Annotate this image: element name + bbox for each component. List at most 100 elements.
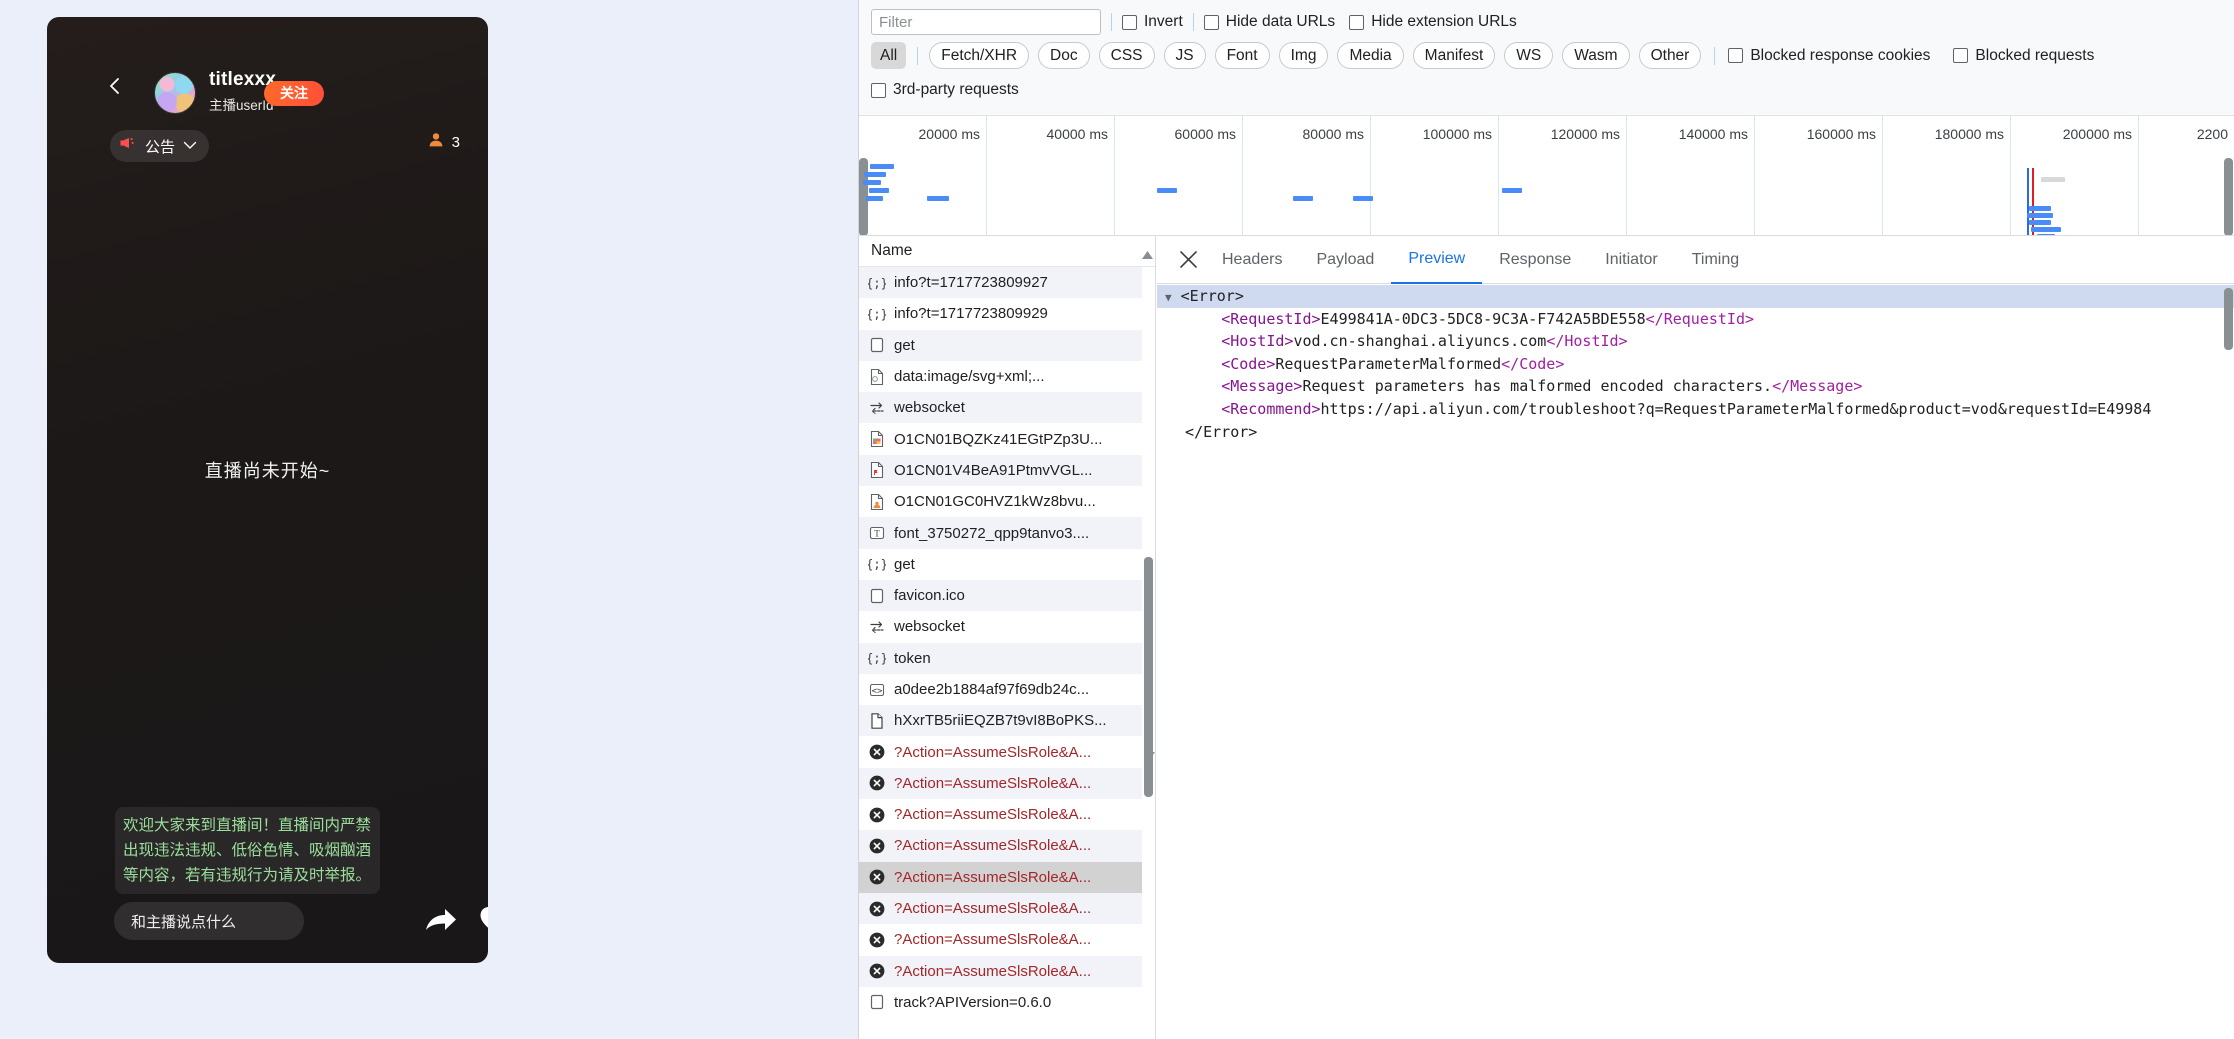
- overview-tick: 80000 ms: [1243, 116, 1371, 235]
- avatar[interactable]: [154, 72, 196, 114]
- details-tabbar: Headers Payload Preview Response Initiat…: [1157, 236, 2234, 284]
- request-name: O1CN01BQZKz41EGtPZp3U...: [894, 430, 1103, 448]
- type-filter-img[interactable]: Img: [1278, 42, 1329, 69]
- type-filter-fetch-xhr[interactable]: Fetch/XHR: [929, 42, 1030, 69]
- request-name: ?Action=AssumeSlsRole&A...: [894, 837, 1092, 855]
- xml-root-row[interactable]: ▼ <Error>: [1157, 285, 2234, 308]
- toolbar-divider: [1111, 13, 1112, 31]
- type-filter-js[interactable]: JS: [1163, 42, 1206, 69]
- scroll-down-arrow-icon[interactable]: [1143, 748, 1155, 760]
- follow-button[interactable]: 关注: [264, 81, 324, 106]
- request-name: O1CN01V4BeA91PtmvVGL...: [894, 461, 1093, 479]
- json-icon: {;}: [866, 555, 888, 573]
- request-row[interactable]: O1CN01GC0HVZ1kWz8bvu...: [859, 486, 1155, 517]
- doc-icon: [868, 993, 886, 1011]
- error-icon: [868, 962, 886, 980]
- request-row[interactable]: websocket: [859, 392, 1155, 424]
- tab-timing[interactable]: Timing: [1675, 236, 1756, 284]
- request-row[interactable]: O1CN01V4BeA91PtmvVGL...: [859, 454, 1155, 487]
- request-name: info?t=1717723809929: [894, 305, 1048, 323]
- live-stream-panel: titlexxx 主播userId 关注 公告 3 直播尚未开始~ 欢迎大家来到…: [47, 17, 488, 963]
- request-row[interactable]: ?Action=AssumeSlsRole&A...: [859, 955, 1155, 987]
- request-row[interactable]: {;} info?t=1717723809929: [859, 298, 1155, 329]
- type-filter-manifest[interactable]: Manifest: [1412, 42, 1496, 69]
- tab-initiator[interactable]: Initiator: [1588, 236, 1674, 284]
- request-name: get: [894, 336, 915, 354]
- request-name: data:image/svg+xml;...: [894, 368, 1045, 386]
- request-list-scrollbar[interactable]: [1142, 267, 1155, 1039]
- checkbox-hide-data-urls[interactable]: Hide data URLs: [1203, 13, 1335, 31]
- type-filter-other[interactable]: Other: [1638, 42, 1702, 69]
- request-row[interactable]: hXxrTB5riiEQZB7t9vI8BoPKS...: [859, 705, 1155, 737]
- request-row[interactable]: Tfont_3750272_qpp9tanvo3....: [859, 517, 1155, 549]
- xml-open-tag: <Code>: [1221, 354, 1276, 373]
- request-row[interactable]: data:image/svg+xml;...: [859, 361, 1155, 392]
- checkbox-blocked-requests[interactable]: Blocked requests: [1953, 47, 2094, 65]
- collapse-triangle-icon[interactable]: ▼: [1165, 291, 1172, 304]
- json-icon: {;}: [866, 649, 888, 667]
- request-row[interactable]: get: [859, 329, 1155, 361]
- request-name: websocket: [894, 399, 965, 417]
- websocket-icon: [868, 618, 886, 636]
- request-row[interactable]: ?Action=AssumeSlsRole&A...: [859, 799, 1155, 830]
- request-row[interactable]: ?Action=AssumeSlsRole&A...: [859, 924, 1155, 955]
- xml-value: https://api.aliyun.com/troubleshoot?q=Re…: [1320, 399, 2152, 418]
- filter-input[interactable]: [871, 9, 1101, 35]
- back-chevron-icon[interactable]: [105, 76, 125, 96]
- scrollbar-thumb[interactable]: [1144, 557, 1153, 797]
- request-row[interactable]: ?Action=AssumeSlsRole&A...: [859, 736, 1155, 767]
- request-row[interactable]: {;} info?t=1717723809927: [859, 267, 1155, 299]
- type-filter-css[interactable]: CSS: [1098, 42, 1155, 69]
- request-details-pane: Headers Payload Preview Response Initiat…: [1157, 236, 2234, 1039]
- request-row[interactable]: ?Action=AssumeSlsRole&A...: [859, 892, 1155, 925]
- request-row[interactable]: <> a0dee2b1884af97f69db24c...: [859, 674, 1155, 705]
- toolbar-divider: [1714, 46, 1716, 65]
- chat-input[interactable]: 和主播说点什么: [114, 902, 304, 940]
- tab-response[interactable]: Response: [1482, 236, 1588, 284]
- checkbox-blocked-response-cookies[interactable]: Blocked response cookies: [1728, 47, 1930, 65]
- checkbox-box: [1203, 14, 1219, 30]
- scroll-up-arrow-icon[interactable]: [1141, 247, 1153, 259]
- xml-close-tag: </RequestId>: [1645, 309, 1755, 328]
- request-row[interactable]: ?Action=AssumeSlsRole&A...: [859, 861, 1155, 893]
- tab-headers[interactable]: Headers: [1205, 236, 1299, 284]
- request-row[interactable]: {;} token: [859, 642, 1155, 674]
- svg-text:{;}: {;}: [868, 558, 886, 572]
- type-filter-all[interactable]: All: [871, 42, 907, 69]
- overview-request-bar: [2027, 213, 2053, 218]
- request-row[interactable]: track?APIVersion=0.6.0: [859, 987, 1155, 1018]
- type-filter-doc[interactable]: Doc: [1038, 42, 1090, 69]
- request-row[interactable]: O1CN01BQZKz41EGtPZp3U...: [859, 423, 1155, 454]
- checkbox-label: Blocked response cookies: [1750, 46, 1931, 64]
- type-filter-media[interactable]: Media: [1337, 42, 1404, 69]
- request-row[interactable]: websocket: [859, 611, 1155, 642]
- request-row[interactable]: ?Action=AssumeSlsRole&A...: [859, 830, 1155, 862]
- svg-text:{;}: {;}: [868, 276, 886, 290]
- heart-icon[interactable]: [479, 905, 488, 935]
- system-message: 欢迎大家来到直播间！直播间内严禁出现违法违规、低俗色情、吸烟酗酒等内容，若有违规…: [115, 807, 380, 894]
- request-list-header: Name: [859, 236, 1155, 267]
- xml-line: <RequestId>E499841A-0DC3-5DC8-9C3A-F742A…: [1157, 308, 2234, 331]
- type-filter-wasm[interactable]: Wasm: [1562, 42, 1630, 69]
- announcement-pill[interactable]: 公告: [110, 130, 210, 162]
- overview-tick: 200000 ms: [2011, 116, 2139, 235]
- type-filter-font[interactable]: Font: [1214, 42, 1270, 69]
- overview-request-bar: [2031, 227, 2061, 232]
- tab-payload[interactable]: Payload: [1299, 236, 1391, 284]
- details-scrollbar[interactable]: [2224, 288, 2233, 350]
- checkbox-3rd-party-requests[interactable]: 3rd-party requests: [871, 81, 1019, 99]
- network-overview-timeline[interactable]: 20000 ms 40000 ms 60000 ms 80000 ms 1000…: [859, 116, 2234, 236]
- plain-file-icon: [868, 712, 886, 730]
- close-icon[interactable]: [1171, 243, 1205, 277]
- request-name: hXxrTB5riiEQZB7t9vI8BoPKS...: [894, 712, 1107, 730]
- request-row[interactable]: ?Action=AssumeSlsRole&A...: [859, 767, 1155, 800]
- checkbox-hide-extension-urls[interactable]: Hide extension URLs: [1349, 13, 1517, 31]
- share-arrow-icon[interactable]: [424, 906, 458, 936]
- request-row[interactable]: {;} get: [859, 549, 1155, 580]
- request-row[interactable]: favicon.ico: [859, 579, 1155, 612]
- type-filter-ws[interactable]: WS: [1504, 42, 1554, 69]
- checkbox-invert[interactable]: Invert: [1122, 13, 1183, 31]
- tab-preview[interactable]: Preview: [1391, 236, 1483, 284]
- error-icon: [868, 806, 886, 824]
- xml-open-tag: <Recommend>: [1221, 399, 1321, 418]
